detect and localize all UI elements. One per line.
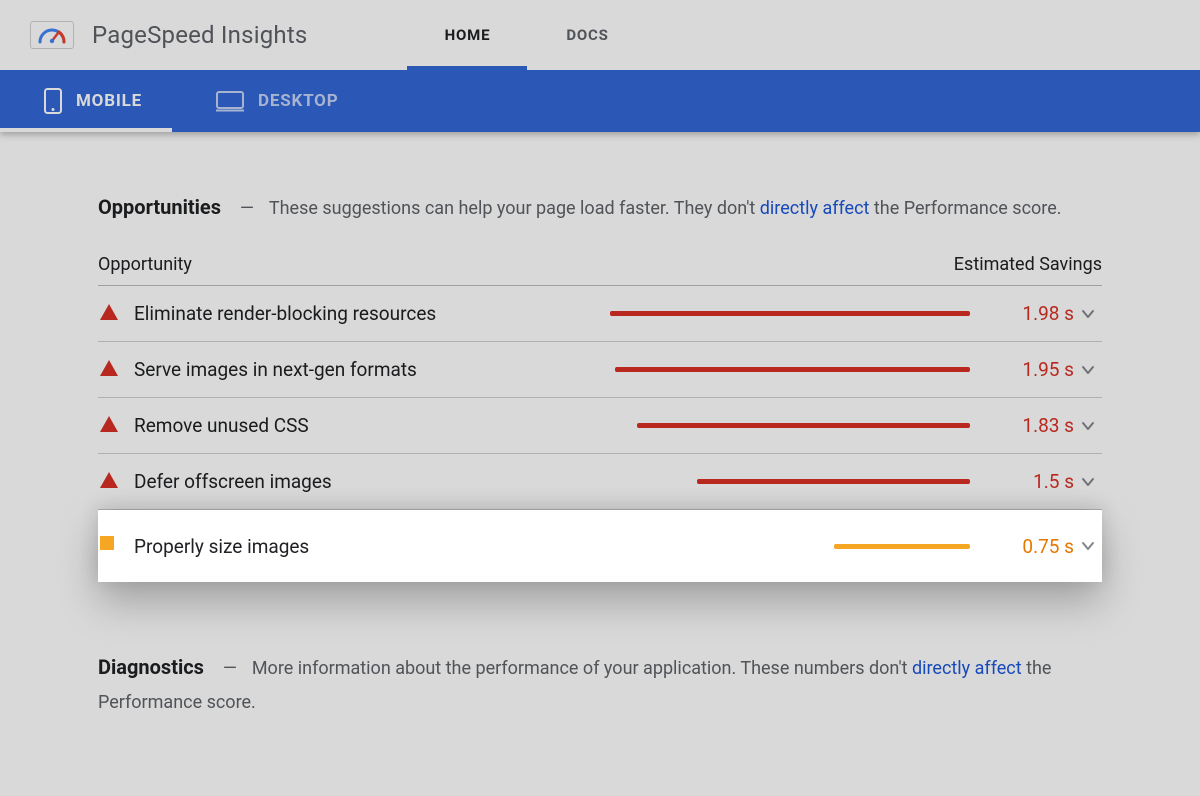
opportunities-table: Opportunity Estimated Savings Eliminate … — [98, 254, 1102, 582]
opportunity-row[interactable]: Eliminate render-blocking resources 1.98 … — [98, 286, 1102, 342]
directly-affect-link[interactable]: directly affect — [760, 198, 870, 219]
opportunity-label: Properly size images — [134, 535, 309, 558]
opportunity-label: Serve images in next-gen formats — [134, 358, 417, 381]
opportunity-label: Eliminate render-blocking resources — [134, 302, 436, 325]
chevron-down-icon — [1074, 307, 1102, 321]
severity-triangle-icon — [100, 360, 120, 380]
opportunity-row[interactable]: Serve images in next-gen formats 1.95 s — [98, 342, 1102, 398]
savings-bar — [834, 544, 970, 549]
estimated-savings-value: 0.75 s — [988, 535, 1074, 558]
estimated-savings-value: 1.95 s — [988, 358, 1074, 381]
main-content: Opportunities — These suggestions can he… — [0, 132, 1200, 721]
subtab-mobile-label: MOBILE — [76, 91, 142, 111]
logo-group: PageSpeed Insights — [30, 21, 307, 49]
subtab-desktop-label: DESKTOP — [258, 91, 338, 111]
diagnostics-section: Diagnostics — More information about the… — [98, 652, 1102, 720]
opportunity-row[interactable]: Defer offscreen images 1.5 s — [98, 454, 1102, 510]
desktop-icon — [216, 90, 244, 112]
severity-square-icon — [100, 536, 120, 556]
top-tabs: HOME DOCS — [407, 0, 647, 70]
mobile-icon — [44, 88, 62, 114]
savings-bar-area — [530, 479, 970, 484]
estimated-savings-value: 1.5 s — [988, 470, 1074, 493]
table-header: Opportunity Estimated Savings — [98, 254, 1102, 286]
savings-bar-area — [530, 544, 970, 549]
tab-home[interactable]: HOME — [407, 0, 527, 70]
col-estimated-savings: Estimated Savings — [954, 254, 1102, 275]
app-title: PageSpeed Insights — [92, 21, 307, 49]
diagnostics-title: Diagnostics — [98, 655, 204, 679]
opportunity-row[interactable]: Properly size images 0.75 s — [98, 510, 1102, 582]
opportunity-label: Remove unused CSS — [134, 414, 309, 437]
chevron-down-icon — [1074, 475, 1102, 489]
savings-bar-area — [530, 311, 970, 316]
top-header: PageSpeed Insights HOME DOCS — [0, 0, 1200, 70]
device-tabs: MOBILE DESKTOP — [0, 70, 1200, 132]
opportunity-label: Defer offscreen images — [134, 470, 332, 493]
severity-triangle-icon — [100, 472, 120, 492]
savings-bar — [637, 423, 970, 428]
savings-bar-area — [530, 423, 970, 428]
savings-bar — [610, 311, 970, 316]
severity-triangle-icon — [100, 304, 120, 324]
estimated-savings-value: 1.98 s — [988, 302, 1074, 325]
chevron-down-icon — [1074, 419, 1102, 433]
severity-triangle-icon — [100, 416, 120, 436]
savings-bar — [697, 479, 970, 484]
opportunities-desc: — These suggestions can help your page l… — [225, 198, 1062, 219]
opportunities-section: Opportunities — These suggestions can he… — [98, 192, 1102, 582]
chevron-down-icon — [1074, 539, 1102, 553]
subtab-desktop[interactable]: DESKTOP — [172, 70, 368, 132]
estimated-savings-value: 1.83 s — [988, 414, 1074, 437]
opportunities-title: Opportunities — [98, 195, 221, 219]
col-opportunity: Opportunity — [98, 254, 192, 275]
diagnostics-desc: — More information about the performance… — [98, 658, 1051, 713]
diag-directly-affect-link[interactable]: directly affect — [912, 658, 1022, 679]
savings-bar — [615, 367, 970, 372]
savings-bar-area — [530, 367, 970, 372]
tab-docs[interactable]: DOCS — [527, 0, 647, 70]
chevron-down-icon — [1074, 363, 1102, 377]
pagespeed-logo-icon — [30, 21, 74, 49]
opportunity-row[interactable]: Remove unused CSS 1.83 s — [98, 398, 1102, 454]
subtab-mobile[interactable]: MOBILE — [0, 70, 172, 132]
